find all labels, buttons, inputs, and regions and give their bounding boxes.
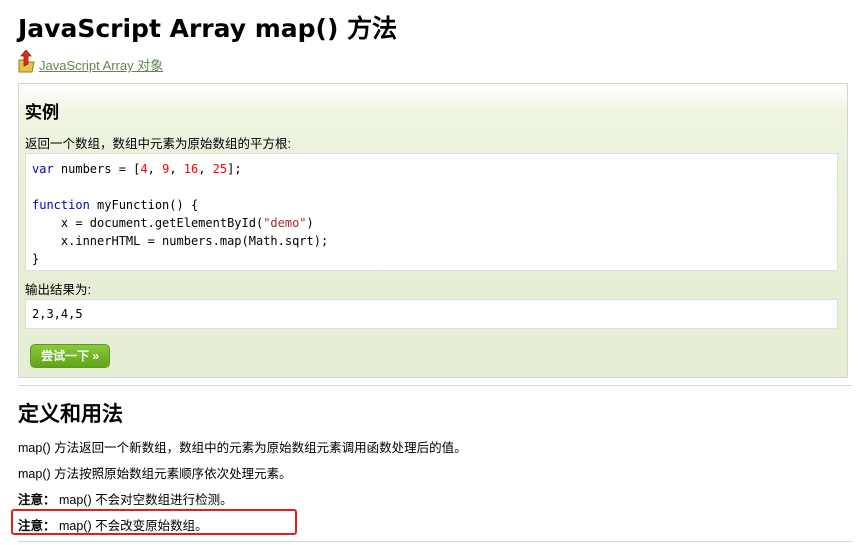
- definition-paragraph-1: map() 方法返回一个新数组，数组中的元素为原始数组元素调用函数处理后的值。: [18, 441, 467, 455]
- code-line-5: x.innerHTML = numbers.map(Math.sqrt);: [32, 234, 329, 248]
- code-line-1: var numbers = [4, 9, 16, 25];: [32, 160, 831, 178]
- code-number: 4: [140, 162, 148, 176]
- divider: [18, 541, 852, 542]
- output-result: 2,3,4,5: [25, 299, 838, 329]
- example-heading: 实例: [25, 103, 59, 123]
- code-string: "demo": [263, 216, 307, 230]
- code-number: 25: [212, 162, 228, 176]
- code-keyword: function: [32, 198, 90, 212]
- code-number: 16: [183, 162, 199, 176]
- back-link-label[interactable]: JavaScript Array 对象: [39, 58, 163, 74]
- output-label: 输出结果为:: [25, 283, 91, 297]
- example-description: 返回一个数组，数组中元素为原始数组的平方根:: [25, 137, 291, 151]
- code-text: ];: [227, 162, 242, 176]
- definition-heading: 定义和用法: [18, 402, 123, 426]
- code-text: ,: [198, 162, 213, 176]
- note-label: 注意：: [18, 493, 56, 507]
- code-line-3: function myFunction() {: [32, 196, 831, 214]
- try-it-button[interactable]: 尝试一下 »: [30, 344, 110, 368]
- code-keyword: var: [32, 162, 54, 176]
- arrow-up-folder-icon: [17, 49, 37, 74]
- code-block: var numbers = [4, 9, 16, 25]; function my…: [25, 153, 838, 271]
- example-panel: 实例 返回一个数组，数组中元素为原始数组的平方根: var numbers = …: [18, 83, 848, 378]
- note-paragraph-1: 注意： map() 不会对空数组进行检测。: [18, 489, 233, 508]
- code-line-6: }: [32, 252, 40, 266]
- page-title: JavaScript Array map() 方法: [18, 14, 398, 43]
- code-text: ): [306, 216, 314, 230]
- code-line-4: x = document.getElementById("demo"): [32, 214, 831, 232]
- definition-paragraph-2: map() 方法按照原始数组元素顺序依次处理元素。: [18, 467, 292, 481]
- code-text: ,: [147, 162, 163, 176]
- code-text: x = document.getElementById(: [32, 216, 264, 230]
- code-text: numbers = [: [53, 162, 141, 176]
- code-text: ,: [169, 162, 184, 176]
- note-text: map() 不会对空数组进行检测。: [55, 493, 233, 507]
- divider: [18, 385, 852, 386]
- code-text: myFunction() {: [89, 198, 199, 212]
- red-highlight-box: [11, 509, 297, 535]
- back-link-array-object[interactable]: JavaScript Array 对象: [17, 49, 163, 74]
